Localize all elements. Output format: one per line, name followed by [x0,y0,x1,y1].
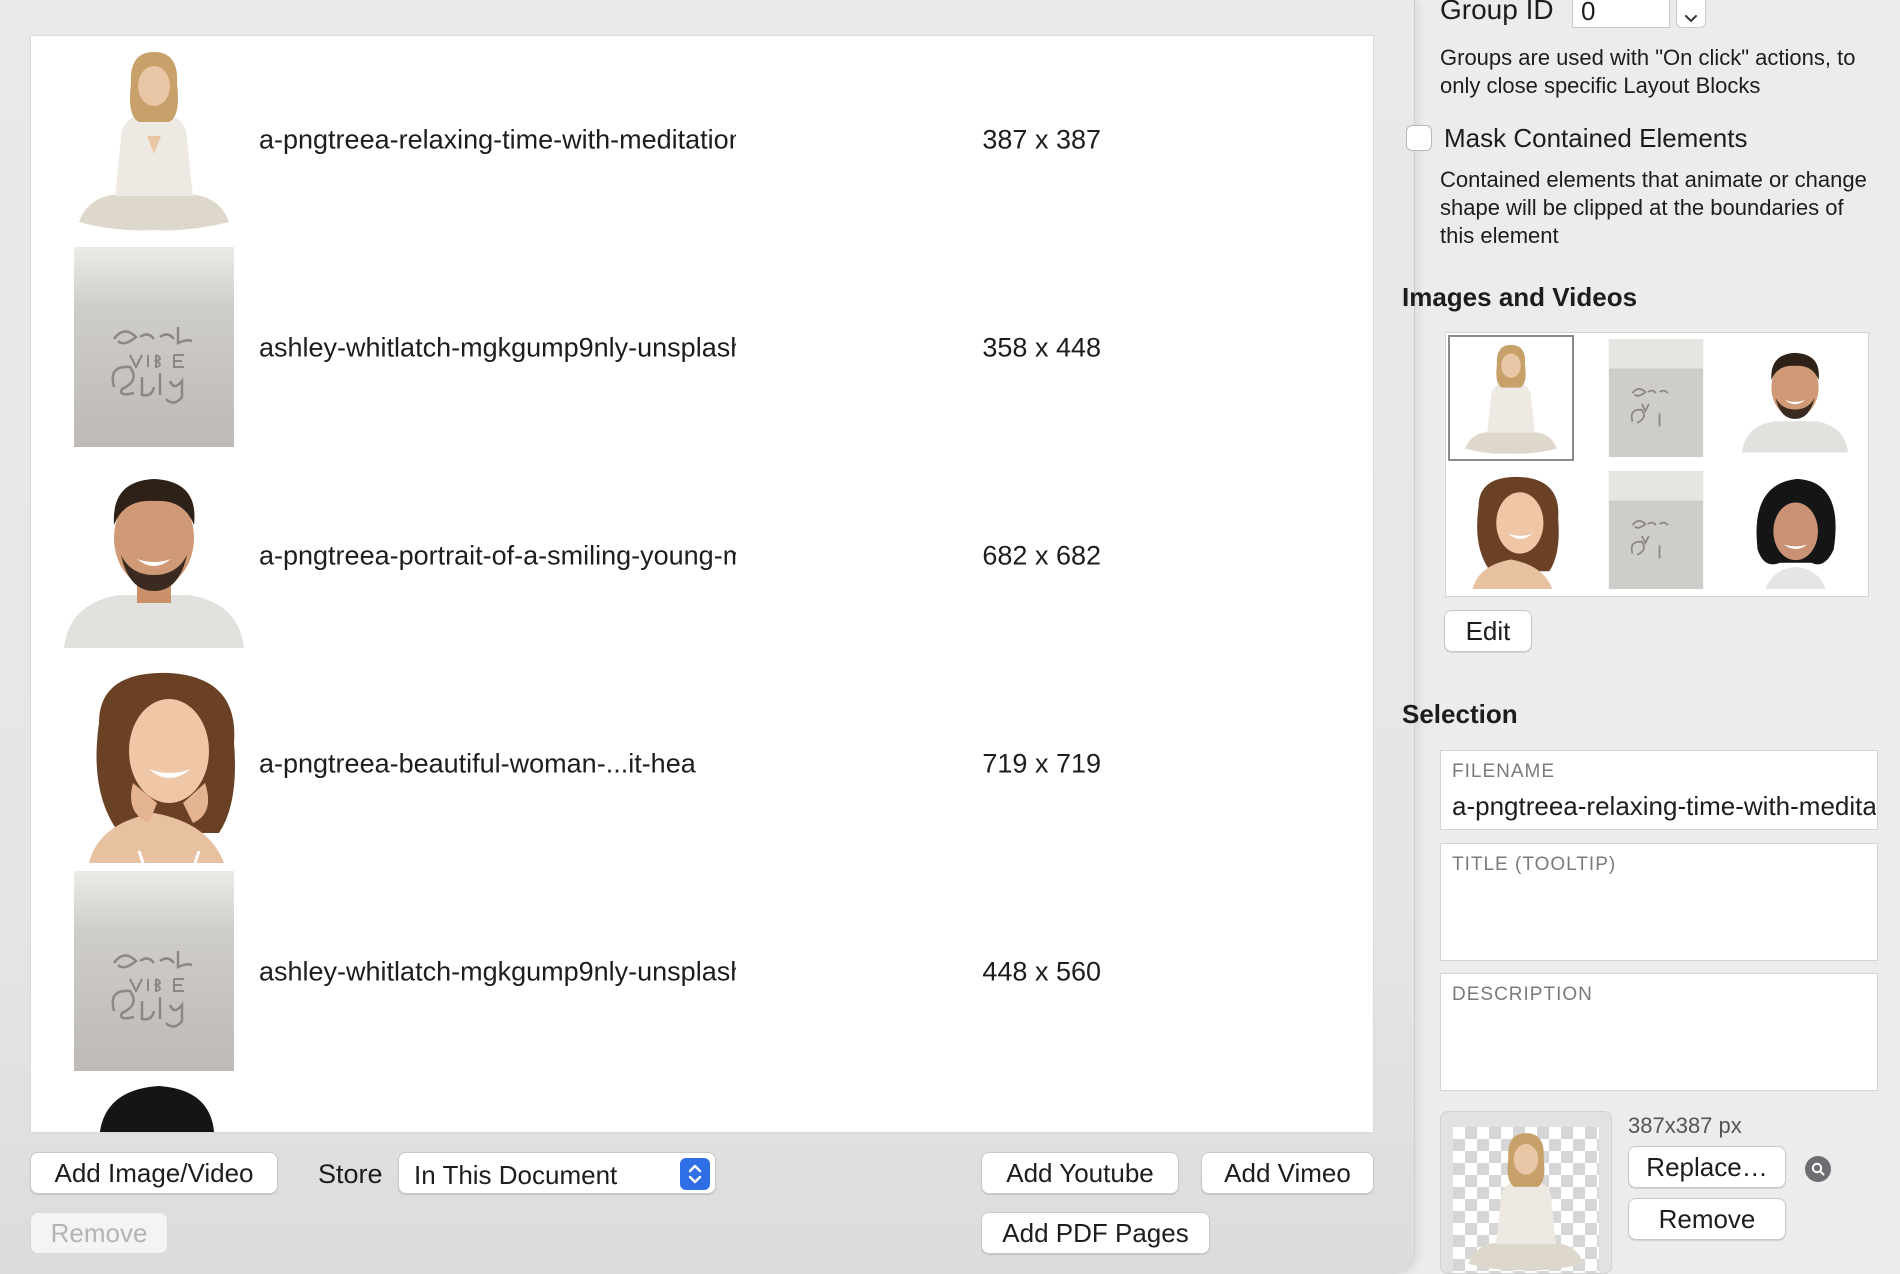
row-filename: a-pngtreea-beautiful-woman-...it-hea [259,748,696,779]
row-dimensions: 448 x 560 [982,956,1101,987]
transparency-checkerboard [1453,1127,1599,1273]
good-vibes-sand-thumbnail [59,246,249,448]
list-item[interactable]: a-pngtreea-portrait-of-a-smiling-young-m… [31,452,1373,660]
row-dimensions: 682 x 682 [982,540,1101,571]
magnifier-icon[interactable] [1805,1156,1831,1182]
store-select[interactable]: In This Document [398,1152,716,1194]
list-item[interactable]: a-pngtreea-relaxing-time-with-meditation… [31,36,1373,244]
preview-size: 387x387 px [1628,1113,1742,1138]
smiling-man-thumbnail [59,454,249,656]
add-vimeo-button[interactable]: Add Vimeo [1201,1152,1374,1194]
selection-heading: Selection [1402,699,1518,729]
row-dimensions: 358 x 448 [982,332,1101,363]
images-videos-heading: Images and Videos [1402,282,1638,312]
row-filename: ashley-whitlatch-mgkgump9nly-unsplash [259,332,736,363]
row-filename: ashley-whitlatch-mgkgump9nly-unsplash [259,956,736,987]
row-filename: a-pngtreea-relaxing-time-with-meditation [259,124,736,155]
row-filename: a-pngtreea-portrait-of-a-smiling-young-m… [259,540,736,571]
description-label: DESCRIPTION [1452,984,1593,1005]
filename-label: FILENAME [1452,761,1556,782]
grid-thumb-dark-haired-woman[interactable] [1732,467,1858,593]
good-vibes-sand-thumbnail [59,870,249,1072]
title-tooltip-field[interactable]: TITLE (TOOLTIP) [1440,843,1878,961]
group-note: Groups are used with "On click" actions,… [1440,45,1856,98]
mask-contained-elements-checkbox[interactable] [1406,125,1432,151]
grid-thumb-smiling-woman[interactable] [1448,467,1574,593]
images-videos-grid[interactable] [1445,332,1869,597]
list-item[interactable]: ashley-whitlatch-mgkgump9nly-unsplash 44… [31,868,1373,1076]
list-item[interactable] [31,1076,1373,1132]
add-pdf-pages-button[interactable]: Add PDF Pages [981,1212,1210,1254]
mask-note: Contained elements that animate or chang… [1440,167,1867,248]
mask-label: Mask Contained Elements [1444,123,1748,153]
store-label: Store [318,1159,383,1189]
row-dimensions: 719 x 719 [982,748,1101,779]
group-id-label: Group ID [1440,0,1554,25]
row-dimensions: 387 x 387 [982,124,1101,155]
media-browser-panel: a-pngtreea-relaxing-time-with-meditation… [0,0,1415,1274]
list-item[interactable]: a-pngtreea-beautiful-woman-...it-hea 719… [31,660,1373,868]
grid-thumb-good-vibes-sand[interactable] [1593,467,1719,593]
selection-preview [1440,1111,1612,1274]
chevron-down-icon[interactable] [1676,0,1706,28]
smiling-woman-thumbnail [59,662,249,864]
group-id-input[interactable]: 0 [1572,0,1670,28]
remove-button[interactable]: Remove [30,1212,168,1254]
grid-thumb-good-vibes-sand[interactable] [1593,335,1719,461]
add-image-video-button[interactable]: Add Image/Video [30,1152,278,1194]
dark-haired-woman-thumbnail [59,1078,249,1132]
grid-thumb-meditating-woman[interactable] [1448,335,1574,461]
list-item[interactable]: ashley-whitlatch-mgkgump9nly-unsplash 35… [31,244,1373,452]
chevron-up-down-icon [680,1158,710,1190]
media-list[interactable]: a-pngtreea-relaxing-time-with-meditation… [30,35,1374,1133]
filename-field[interactable]: FILENAME a-pngtreea-relaxing-time-with-m… [1440,750,1878,830]
store-select-value: In This Document [414,1160,618,1190]
filename-value: a-pngtreea-relaxing-time-with-meditation [1452,791,1876,821]
meditating-woman-thumbnail [59,38,249,240]
edit-button[interactable]: Edit [1444,610,1532,652]
add-youtube-button[interactable]: Add Youtube [981,1152,1179,1194]
title-tooltip-label: TITLE (TOOLTIP) [1452,854,1617,875]
grid-thumb-smiling-man[interactable] [1732,335,1858,461]
remove-selection-button[interactable]: Remove [1628,1198,1786,1240]
replace-button[interactable]: Replace… [1628,1146,1786,1188]
description-field[interactable]: DESCRIPTION [1440,973,1878,1091]
